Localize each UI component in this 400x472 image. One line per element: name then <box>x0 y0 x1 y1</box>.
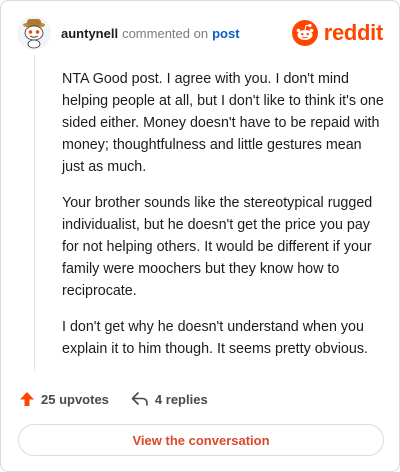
reddit-wordmark: reddit <box>323 20 384 45</box>
comment-paragraph: Your brother sounds like the stereotypic… <box>62 195 373 299</box>
snoo-avatar-icon <box>17 16 51 50</box>
avatar[interactable] <box>17 16 51 50</box>
username-link[interactable]: auntynell <box>61 26 118 41</box>
embedded-comment-card: auntynell commented on post reddit NTA G… <box>0 0 400 472</box>
comment-header: auntynell commented on post reddit <box>17 15 383 51</box>
upvote-arrow-icon <box>20 392 34 406</box>
replies-count: 4 replies <box>154 391 208 407</box>
comment-paragraph: NTA Good post. I agree with you. I don't… <box>62 71 384 175</box>
upvotes-button[interactable]: 25 upvotes <box>19 391 109 407</box>
reddit-logo-icon <box>291 20 318 46</box>
comment-meta: auntynell commented on post <box>61 26 240 41</box>
comment-paragraph: I don't get why he doesn't understand wh… <box>62 319 368 357</box>
view-conversation-button[interactable]: View the conversation <box>18 424 384 456</box>
replies-button[interactable]: 4 replies <box>131 391 208 407</box>
reddit-brand[interactable]: reddit <box>291 20 384 46</box>
reply-arrow-icon <box>131 392 148 406</box>
upvotes-count: 25 upvotes <box>41 391 109 407</box>
comment-footer: 25 upvotes 4 replies <box>19 387 208 411</box>
commented-on-text: commented on <box>122 25 209 41</box>
post-link[interactable]: post <box>212 26 239 41</box>
thread-line <box>34 55 35 371</box>
comment-body: NTA Good post. I agree with you. I don't… <box>62 68 384 374</box>
